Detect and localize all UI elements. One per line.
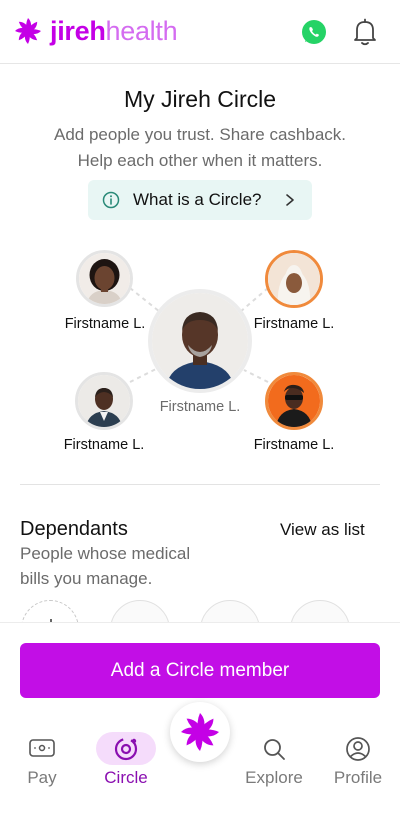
dependant-slot[interactable] (290, 600, 350, 624)
brand-name-part2: health (105, 16, 178, 46)
dependants-title: Dependants (20, 518, 128, 540)
center-member-avatar[interactable] (148, 289, 252, 393)
man-sunglasses-portrait-icon (268, 375, 320, 427)
add-dependant-button[interactable] (21, 600, 79, 624)
member-name-bottom-right: Firstname L. (253, 437, 335, 453)
woman-portrait-icon (79, 253, 130, 304)
dependants-subtitle-line2: bills you manage. (20, 569, 153, 588)
page-subtitle-line1: Add people you trust. Share cashback. (53, 125, 346, 144)
nav-profile-label[interactable]: Profile (313, 768, 400, 788)
man-suit-portrait-icon (78, 375, 130, 427)
info-icon (102, 191, 120, 209)
wallet-icon[interactable] (28, 737, 56, 759)
app-header: jirehhealth (0, 0, 400, 64)
jireh-logo-icon (15, 18, 41, 44)
man-portrait-icon (152, 293, 248, 389)
dependants-carousel (0, 598, 400, 624)
nav-pay-label[interactable]: Pay (0, 768, 87, 788)
brand-name-part1: jireh (50, 16, 106, 46)
add-circle-member-button[interactable]: Add a Circle member (20, 643, 380, 698)
member-avatar-top-left[interactable] (76, 250, 133, 307)
plus-icon (50, 619, 52, 624)
member-avatar-bottom-right[interactable] (265, 372, 323, 430)
woman-hijab-portrait-icon (268, 253, 320, 305)
what-is-circle-label: What is a Circle? (133, 190, 262, 209)
member-name-top-right: Firstname L. (253, 316, 335, 332)
page-subtitle: Add people you trust. Share cashback. He… (0, 122, 400, 174)
user-icon[interactable] (345, 736, 371, 762)
member-name-top-left: Firstname L. (64, 316, 146, 332)
what-is-circle-button[interactable]: What is a Circle? (88, 180, 312, 220)
search-icon[interactable] (262, 737, 286, 761)
view-as-list-link[interactable]: View as list (280, 520, 365, 540)
chevron-right-icon (286, 194, 294, 206)
brand-name: jirehhealth (50, 16, 178, 46)
nav-circle-label[interactable]: Circle (81, 768, 171, 788)
dependants-subtitle-line1: People whose medical (20, 544, 191, 563)
dependant-slot[interactable] (200, 600, 260, 624)
page-subtitle-line2: Help each other when it matters. (77, 151, 323, 170)
jireh-logo-icon (181, 713, 219, 751)
dependants-subtitle: People whose medical bills you manage. (20, 541, 240, 591)
brand-logo[interactable]: jirehhealth (14, 16, 178, 46)
home-fab-button[interactable] (170, 702, 230, 762)
bell-icon[interactable] (351, 17, 379, 47)
circle-icon[interactable] (113, 736, 139, 762)
dependant-slot[interactable] (110, 600, 170, 624)
whatsapp-icon[interactable] (300, 18, 328, 46)
nav-explore-label[interactable]: Explore (229, 768, 319, 788)
circle-graph: Firstname L. Firstname L. Firstname L. F… (0, 240, 400, 470)
member-name-bottom-left: Firstname L. (63, 437, 145, 453)
member-avatar-bottom-left[interactable] (75, 372, 133, 430)
center-member-name: Firstname L. (159, 399, 241, 415)
section-divider (20, 484, 380, 485)
page-title: My Jireh Circle (123, 86, 277, 112)
member-avatar-top-right[interactable] (265, 250, 323, 308)
